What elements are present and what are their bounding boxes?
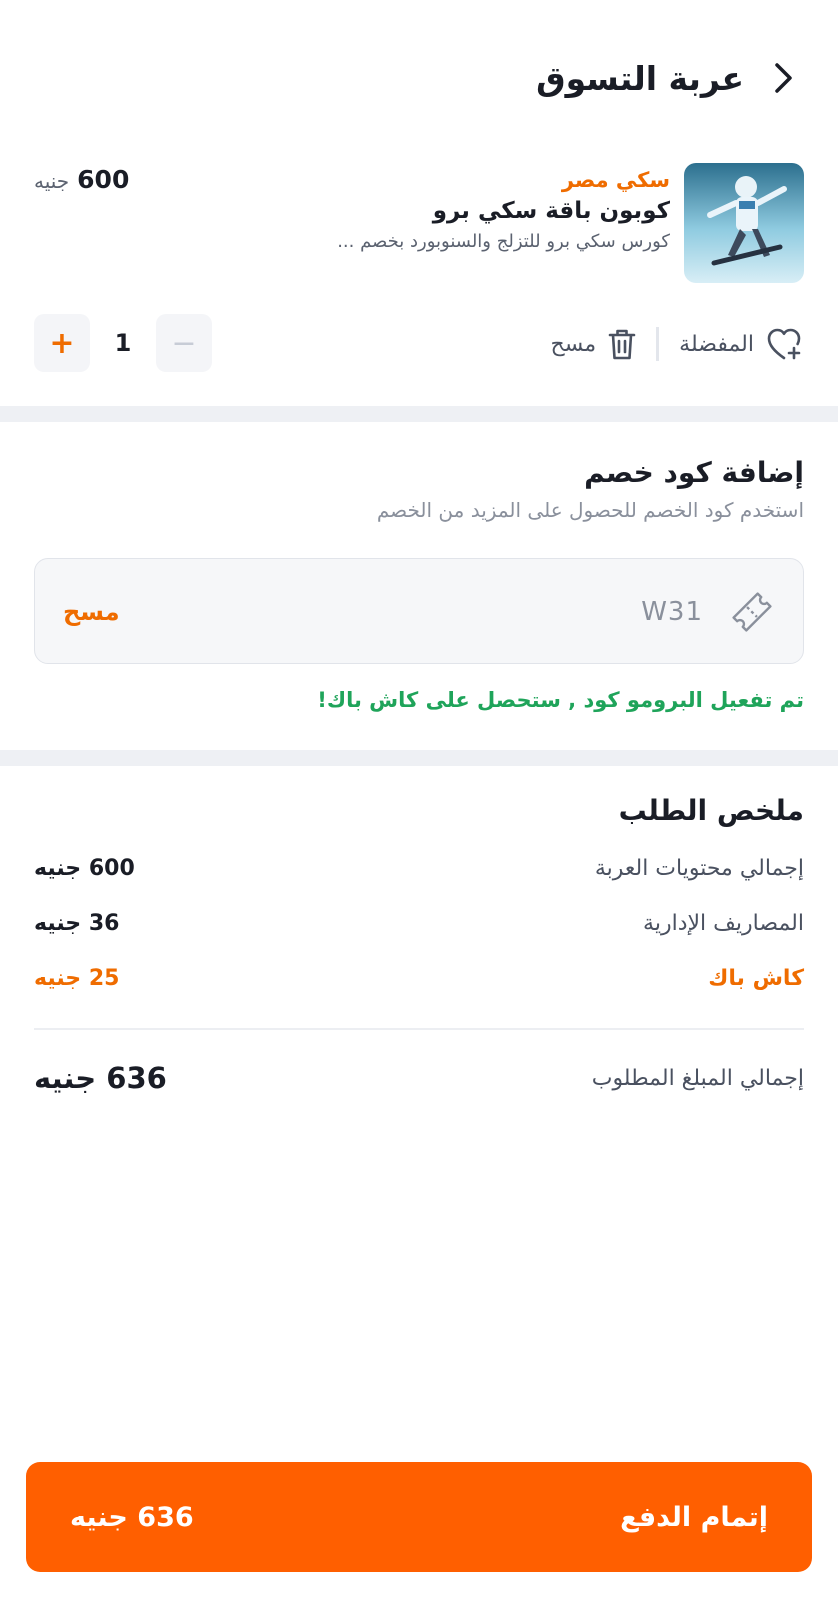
discount-clear-button[interactable]: مسح [63,589,120,635]
vendor-name[interactable]: سكي مصر [250,165,670,195]
summary-row-cashback: كاش باك 25 جنيه [34,958,804,998]
discount-title: إضافة كود خصم [584,456,804,489]
section-separator [0,406,838,422]
summary-divider [34,1028,804,1030]
summary-row-admin-fees: المصاريف الإدارية 36 جنيه [34,903,804,943]
summary-label: المصاريف الإدارية [643,910,804,936]
quantity-plus-button[interactable]: + [34,314,90,372]
header: عربة التسوق [34,48,804,108]
delete-button[interactable]: مسح [551,327,637,361]
order-summary: ملخص الطلب إجمالي محتويات العربة 600 جني… [34,790,804,1095]
item-info: سكي مصر كوبون باقة سكي برو كورس سكي برو … [250,165,670,257]
total-label: إجمالي المبلغ المطلوب [591,1065,804,1091]
quantity-stepper: + 1 − [34,314,212,372]
summary-row-subtotal: إجمالي محتويات العربة 600 جنيه [34,848,804,888]
summary-label: كاش باك [708,965,804,991]
trash-icon [608,329,636,360]
item-name[interactable]: كوبون باقة سكي برو [250,195,670,227]
product-image[interactable] [684,163,804,283]
summary-label: إجمالي محتويات العربة [594,855,804,881]
discount-subtitle: استخدم كود الخصم للحصول على المزيد من ال… [376,498,804,522]
heart-plus-icon [767,328,801,360]
discount-code-field[interactable]: W31 مسح [34,558,804,664]
cart-page: عربة التسوق سكي مصر كوبون باقة سكي برو ك… [0,0,838,1600]
checkout-amount: 636 جنيه [70,1501,194,1533]
discount-code-value[interactable]: W31 [641,589,703,635]
delete-label: مسح [550,331,597,357]
summary-title: ملخص الطلب [618,794,804,827]
item-price-amount: 600 [77,165,130,194]
actions-divider [656,327,660,361]
favorite-button[interactable]: المفضلة [679,327,804,361]
item-actions: المفضلة مسح + 1 − [34,314,804,374]
summary-value: 25 جنيه [34,965,120,991]
chevron-right-icon [775,63,792,93]
summary-value: 36 جنيه [34,910,120,936]
quantity-minus-button[interactable]: − [156,314,212,372]
item-description: كورس سكي برو للتزلج والسنوبورد بخصم ... [337,231,670,252]
cart-item[interactable]: سكي مصر كوبون باقة سكي برو كورس سكي برو … [34,163,804,283]
item-price-currency: جنيه [34,169,70,193]
summary-row-total: إجمالي المبلغ المطلوب 636 جنيه [34,1058,804,1098]
summary-value: 600 جنيه [34,855,135,881]
quantity-value: 1 [114,329,132,357]
page-title: عربة التسوق [536,58,744,98]
checkout-label: إتمام الدفع [620,1501,768,1533]
section-separator [0,750,838,766]
promo-success-message: تم تفعيل البرومو كود , ستحصل على كاش باك… [317,688,804,712]
total-value: 636 جنيه [34,1061,167,1095]
discount-section: إضافة كود خصم استخدم كود الخصم للحصول عل… [34,452,804,712]
item-price: 600 جنيه [34,165,129,194]
checkout-button[interactable]: إتمام الدفع 636 جنيه [26,1462,812,1572]
favorite-label: المفضلة [679,331,754,357]
item-action-buttons: المفضلة مسح [551,314,804,374]
ticket-icon [732,592,772,632]
back-button[interactable] [764,58,804,98]
